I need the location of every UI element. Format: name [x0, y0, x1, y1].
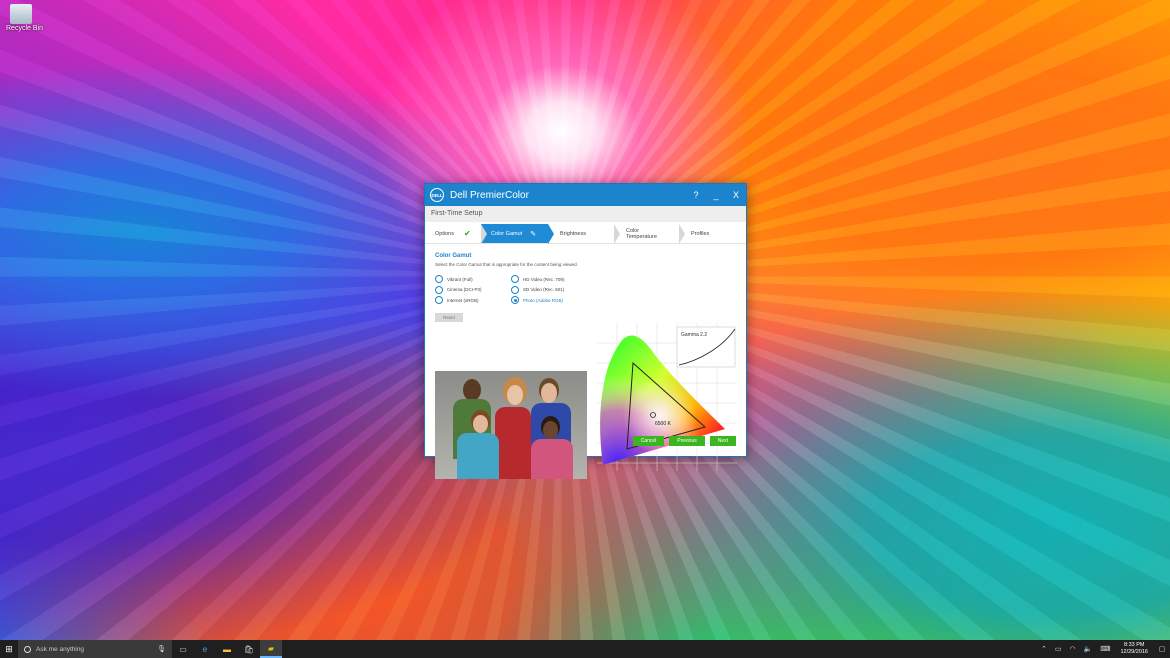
step-color-gamut-label: Color Gamut [491, 230, 523, 237]
task-view-icon[interactable]: ▭ [172, 640, 194, 658]
keyboard-icon[interactable]: ⌨ [1100, 645, 1110, 653]
reset-button[interactable]: Reset [435, 312, 463, 322]
cancel-button[interactable]: Cancel [632, 436, 665, 446]
previous-button[interactable]: Previous [669, 436, 705, 446]
step-profiles[interactable]: Profiles [679, 224, 745, 243]
step-chevron-icon [481, 224, 487, 244]
option-label: Vibrant (Full) [447, 276, 473, 282]
whitepoint-label: 6500 K [655, 421, 672, 427]
next-button[interactable]: Next [709, 436, 736, 446]
step-options-label: Options [435, 230, 454, 237]
wizard-buttons: Cancel Previous Next [632, 436, 736, 446]
close-button[interactable]: X [726, 190, 746, 200]
clock-time: 8:33 PM [1123, 642, 1145, 648]
step-options[interactable]: Options ✔ [425, 224, 487, 244]
recycle-bin-shortcut[interactable]: Recycle Bin [6, 4, 43, 32]
search-box[interactable]: Ask me anything 🎙 [18, 640, 172, 658]
chevron-up-icon[interactable]: ⌃ [1041, 645, 1047, 653]
option-label: HD Video (Rec. 709) [523, 276, 565, 282]
premiercolor-taskbar-icon[interactable]: ▰ [260, 640, 282, 658]
edge-browser-icon[interactable]: e [194, 640, 216, 658]
option-photo[interactable]: Photo (Adobe RGB) [511, 295, 587, 306]
step-brightness-label: Brightness [560, 230, 586, 237]
step-color-temperature[interactable]: Color Temperature [614, 224, 685, 244]
system-tray: ⌃ ▭ ◠ 🔈 ⌨ 8:33 PM 12/29/2016 ▢ [1037, 642, 1170, 656]
step-color-temperature-label: Color Temperature [626, 227, 657, 240]
radio-button[interactable] [511, 275, 519, 284]
setup-subtitle: First-Time Setup [425, 206, 746, 222]
step-chevron-icon [679, 224, 685, 244]
option-vibrant[interactable]: Vibrant (Full) [435, 274, 511, 285]
wizard-steps: Options ✔ Color Gamut ✎ Brightness Color… [425, 224, 746, 244]
volume-icon[interactable]: 🔈 [1084, 645, 1093, 653]
network-icon[interactable]: ▭ [1055, 645, 1062, 653]
store-icon[interactable]: 🛍 [238, 640, 260, 658]
notifications-icon[interactable]: ▢ [1154, 645, 1170, 653]
radio-button[interactable] [435, 296, 443, 305]
help-button[interactable]: ? [686, 190, 706, 200]
options-left-column: Vibrant (Full) Cinema (DCI-P3) Internet … [435, 274, 511, 306]
file-explorer-icon[interactable]: ▬ [216, 640, 238, 658]
radio-button-selected[interactable] [511, 296, 519, 305]
options-right-column: HD Video (Rec. 709) SD Video (Rec. 601) … [511, 274, 587, 306]
sample-photo [435, 371, 587, 479]
option-hd-video[interactable]: HD Video (Rec. 709) [511, 274, 587, 285]
taskbar: ⊞ Ask me anything 🎙 ▭ e ▬ 🛍 ▰ ⌃ ▭ ◠ 🔈 ⌨ … [0, 640, 1170, 658]
radio-button[interactable] [435, 275, 443, 284]
dell-logo-icon: DELL [430, 188, 444, 202]
gamut-options: Vibrant (Full) Cinema (DCI-P3) Internet … [435, 274, 736, 306]
clock[interactable]: 8:33 PM 12/29/2016 [1120, 642, 1148, 656]
pencil-icon: ✎ [530, 230, 537, 238]
checkmark-icon: ✔ [463, 229, 471, 238]
chromaticity-diagram: 6500 K Gamma 2.2 [597, 323, 737, 471]
cortana-icon [24, 645, 31, 653]
option-label: Internet (sRGB) [447, 297, 479, 303]
radio-button[interactable] [435, 285, 443, 294]
step-color-gamut[interactable]: Color Gamut ✎ [481, 224, 554, 244]
recycle-bin-label: Recycle Bin [6, 25, 43, 32]
option-label: SD Video (Rec. 601) [523, 287, 565, 293]
option-label: Cinema (DCI-P3) [447, 287, 482, 293]
step-chevron-icon [614, 224, 620, 244]
section-title: Color Gamut [435, 253, 472, 259]
wifi-icon[interactable]: ◠ [1070, 645, 1076, 653]
window-title: Dell PremierColor [450, 189, 529, 201]
option-label: Photo (Adobe RGB) [523, 297, 564, 303]
gamma-label: Gamma 2.2 [681, 332, 707, 338]
step-brightness[interactable]: Brightness [548, 224, 620, 244]
search-placeholder: Ask me anything [36, 645, 85, 653]
start-button[interactable]: ⊞ [0, 640, 18, 658]
clock-date: 12/29/2016 [1120, 649, 1148, 655]
recycle-bin-icon [10, 4, 32, 24]
main-content: Color Gamut Select the Color Gamut that … [425, 253, 746, 479]
step-chevron-icon [548, 224, 554, 244]
title-bar[interactable]: DELL Dell PremierColor ? _ X [425, 184, 746, 206]
premiercolor-window: DELL Dell PremierColor ? _ X First-Time … [424, 183, 747, 479]
option-cinema[interactable]: Cinema (DCI-P3) [435, 285, 511, 296]
step-profiles-label: Profiles [691, 230, 710, 237]
radio-button[interactable] [511, 285, 519, 294]
option-internet[interactable]: Internet (sRGB) [435, 295, 511, 306]
minimize-button[interactable]: _ [706, 190, 726, 200]
option-sd-video[interactable]: SD Video (Rec. 601) [511, 285, 587, 296]
microphone-icon[interactable]: 🎙 [157, 645, 166, 653]
section-description: Select the Color Gamut that is appropria… [435, 262, 578, 267]
